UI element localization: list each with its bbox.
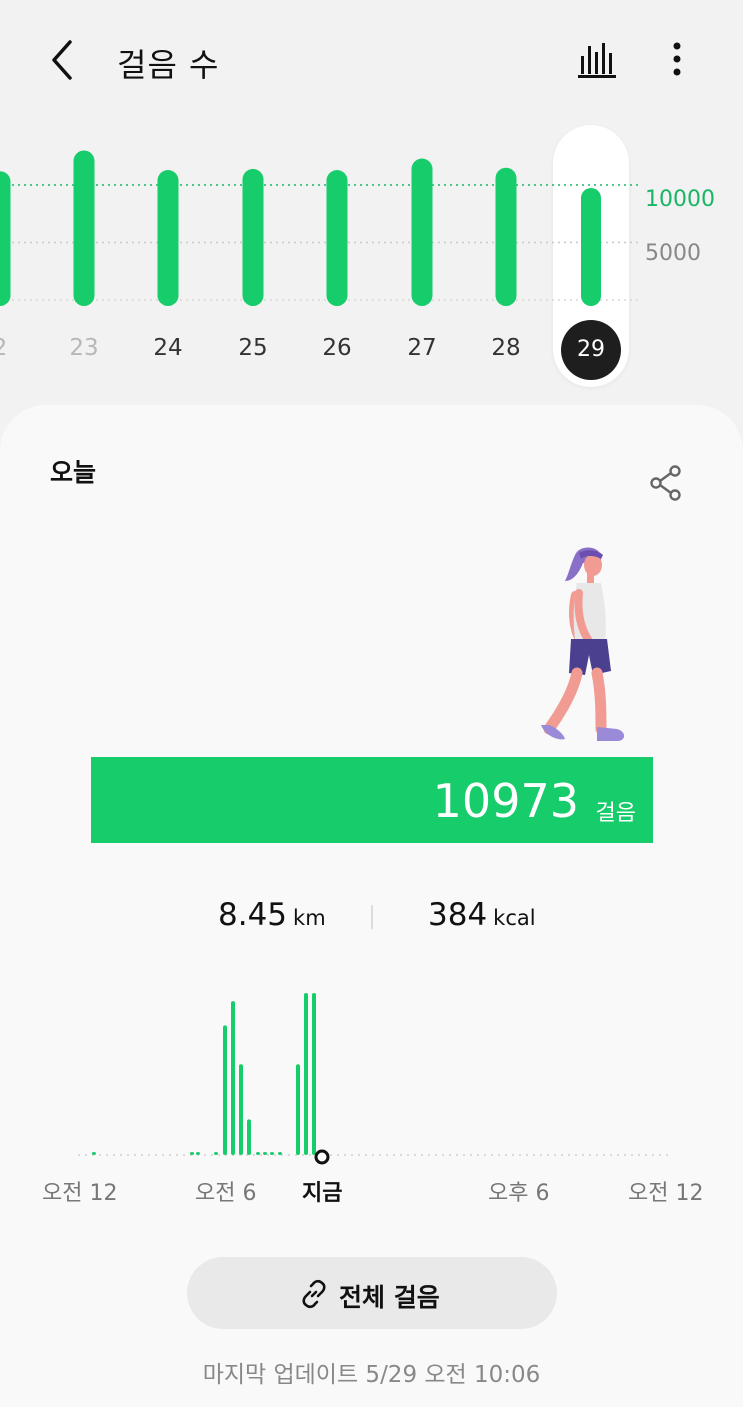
daily-steps-bar: 10973 걸음 bbox=[91, 757, 653, 843]
distance-stat: 8.45 km bbox=[218, 897, 326, 933]
hourly-bar bbox=[239, 1064, 243, 1155]
app-header: 걸음 수 bbox=[0, 0, 743, 120]
stats-row: 8.45 km 384 kcal bbox=[0, 897, 743, 947]
weekly-bars bbox=[0, 150, 640, 307]
hourly-bar bbox=[312, 993, 316, 1155]
time-label-midnight: 오전 12 bbox=[42, 1181, 118, 1206]
calories-value: 384 bbox=[428, 897, 488, 933]
mid-line-label: 5000 bbox=[645, 241, 701, 266]
day-bar-23[interactable] bbox=[73, 150, 95, 307]
day-bar-25[interactable] bbox=[242, 168, 264, 306]
hourly-bar bbox=[263, 1152, 267, 1155]
hourly-bar bbox=[190, 1152, 194, 1155]
hourly-bar bbox=[223, 1025, 227, 1155]
hourly-bar bbox=[304, 993, 308, 1155]
stats-divider bbox=[371, 905, 373, 929]
share-button[interactable] bbox=[646, 463, 686, 503]
weekly-steps-chart: 2 23 24 25 26 27 28 29 10000 5000 bbox=[0, 120, 743, 410]
day-label-23[interactable]: 23 bbox=[59, 335, 109, 361]
steps-value: 10973 bbox=[432, 774, 579, 828]
back-button[interactable] bbox=[44, 38, 84, 82]
now-marker bbox=[314, 1149, 330, 1165]
chevron-left-icon bbox=[52, 40, 72, 80]
day-label-2[interactable]: 2 bbox=[0, 335, 25, 361]
time-label-now: 지금 bbox=[302, 1181, 343, 1206]
day-label-25[interactable]: 25 bbox=[228, 335, 278, 361]
walking-person-illustration bbox=[541, 547, 625, 741]
chart-view-button[interactable] bbox=[576, 38, 618, 80]
hourly-bar bbox=[92, 1152, 96, 1155]
time-label-6am: 오전 6 bbox=[195, 1181, 257, 1206]
distance-value: 8.45 bbox=[218, 897, 288, 933]
hourly-bar bbox=[214, 1152, 218, 1155]
hourly-bar bbox=[270, 1152, 274, 1155]
hourly-bar bbox=[231, 1001, 235, 1155]
today-card: 오늘 10973 걸음 8.45 km 384 kcal 오전 12 오전 6 … bbox=[0, 405, 743, 1407]
hourly-steps-chart bbox=[78, 993, 668, 1165]
bar-chart-icon bbox=[578, 43, 616, 78]
day-bar-26[interactable] bbox=[326, 170, 348, 306]
calories-stat: 384 kcal bbox=[428, 897, 536, 933]
day-label-27[interactable]: 27 bbox=[397, 335, 447, 361]
more-options-button[interactable] bbox=[664, 38, 690, 82]
hourly-bar bbox=[256, 1152, 260, 1155]
day-bar-22[interactable] bbox=[0, 171, 11, 306]
goal-line-label: 10000 bbox=[645, 187, 715, 212]
steps-unit: 걸음 bbox=[595, 801, 636, 826]
calories-unit: kcal bbox=[493, 906, 536, 930]
hourly-bar bbox=[278, 1152, 282, 1155]
day-bar-24[interactable] bbox=[157, 170, 179, 306]
time-label-midnight-end: 오전 12 bbox=[628, 1181, 704, 1206]
all-steps-label: 전체 걸음 bbox=[339, 1283, 440, 1312]
day-label-24[interactable]: 24 bbox=[143, 335, 193, 361]
distance-unit: km bbox=[293, 906, 326, 930]
day-bar-27[interactable] bbox=[411, 158, 433, 306]
hourly-bar bbox=[247, 1119, 251, 1155]
all-steps-button[interactable]: 전체 걸음 bbox=[187, 1257, 557, 1329]
page-title: 걸음 수 bbox=[117, 46, 220, 84]
share-icon bbox=[650, 465, 681, 501]
day-label-26[interactable]: 26 bbox=[312, 335, 362, 361]
hourly-bar bbox=[296, 1064, 300, 1155]
more-vertical-icon bbox=[673, 42, 681, 76]
hourly-bar bbox=[196, 1152, 200, 1155]
today-label: 오늘 bbox=[50, 458, 97, 487]
link-icon bbox=[302, 1279, 326, 1309]
day-bar-29[interactable] bbox=[581, 188, 601, 306]
time-label-6pm: 오후 6 bbox=[488, 1181, 550, 1206]
day-bar-28[interactable] bbox=[495, 167, 517, 306]
last-update-text: 마지막 업데이트 5/29 오전 10:06 bbox=[202, 1362, 541, 1388]
day-label-28[interactable]: 28 bbox=[481, 335, 531, 361]
day-label-29[interactable]: 29 bbox=[561, 320, 621, 380]
